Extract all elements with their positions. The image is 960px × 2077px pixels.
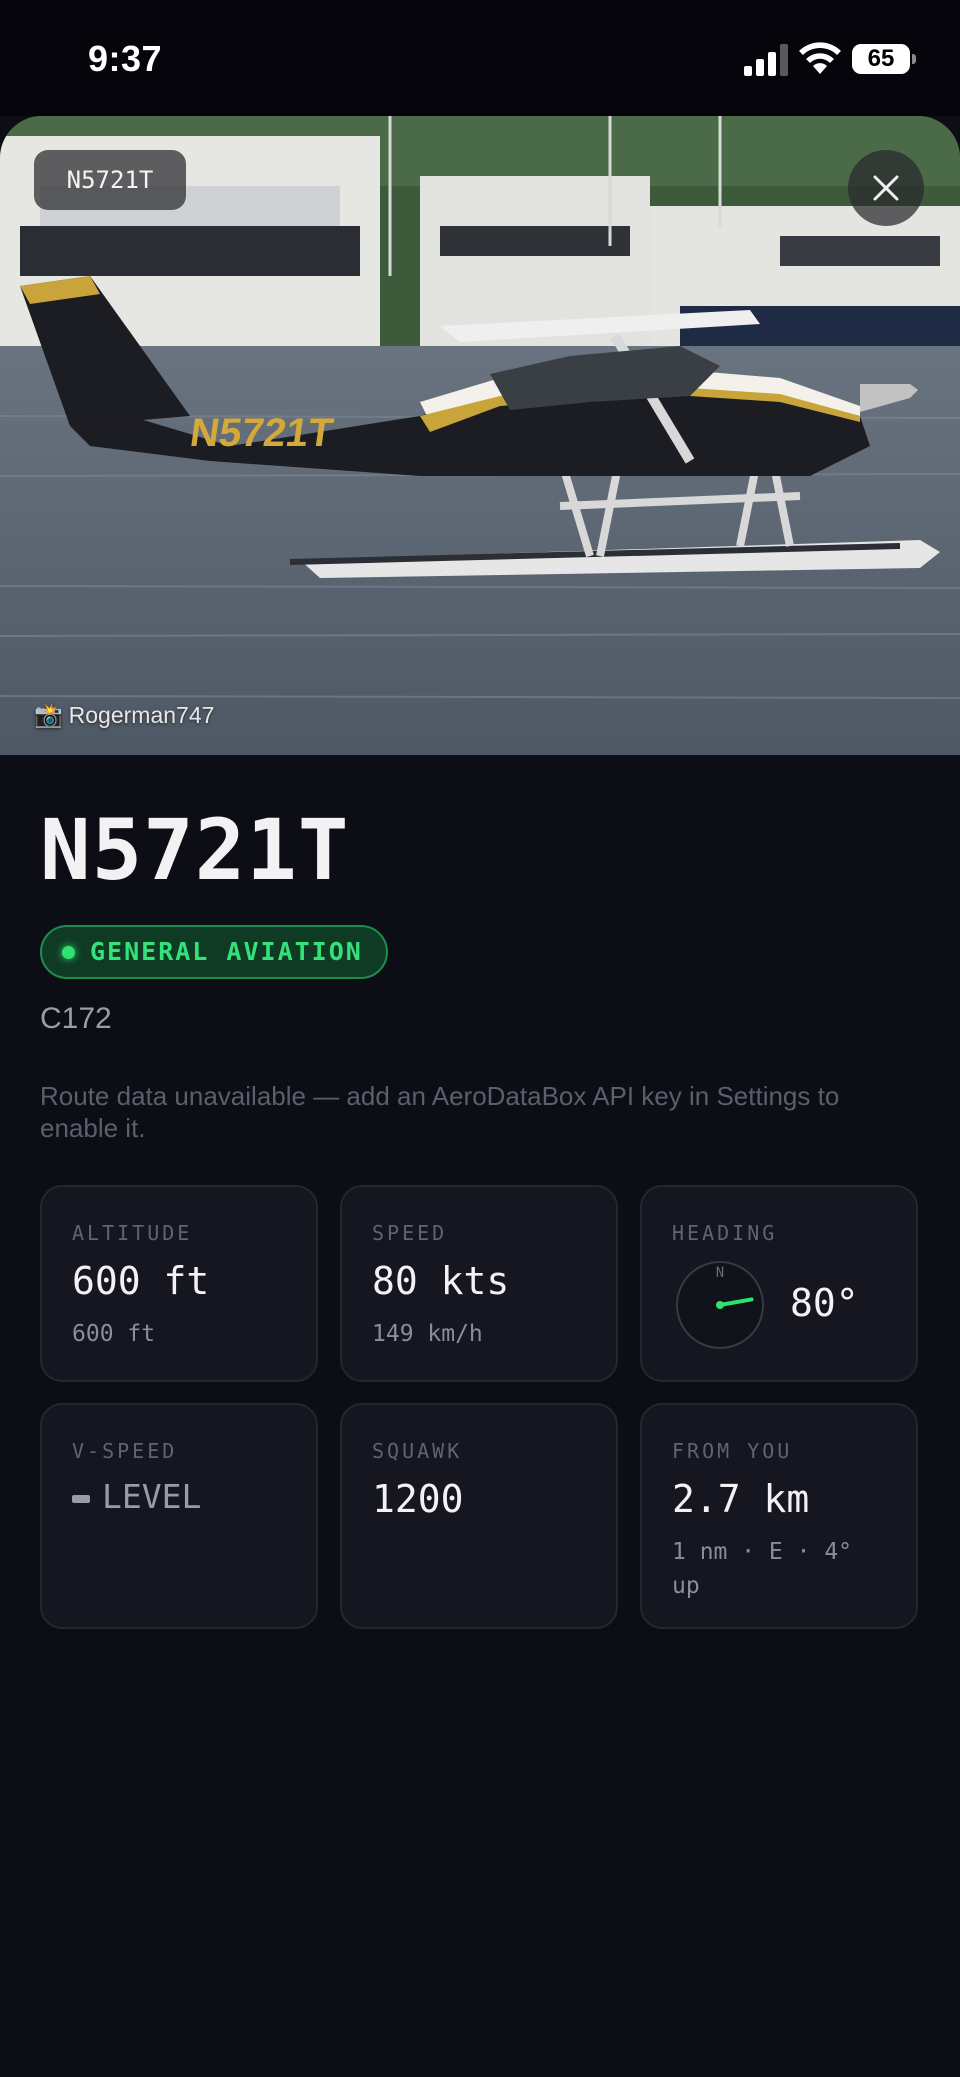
speed-value: 80 kts [372,1259,510,1303]
vspeed-text: LEVEL [102,1477,202,1516]
squawk-label: SQUAWK [372,1439,463,1463]
close-icon [873,175,899,201]
svg-text:N5721T: N5721T [187,410,336,455]
aircraft-photo-image: N5721T [0,116,960,755]
cellular-signal-icon [744,44,788,76]
vspeed-value: LEVEL [72,1477,201,1516]
altitude-sub: 600 ft [72,1321,156,1347]
category-badge: GENERAL AVIATION [40,925,388,979]
wifi-icon [799,42,841,74]
vspeed-label: V-SPEED [72,1439,178,1463]
speed-sub: 149 km/h [372,1321,483,1347]
squawk-value: 1200 [372,1477,464,1521]
photo-credit-author: Rogerman747 [68,702,215,728]
camera-icon: 📸 [34,702,63,728]
battery-icon: 65 [852,44,910,74]
heading-label: HEADING [672,1221,778,1245]
altitude-value: 600 ft [72,1259,210,1303]
speed-label: SPEED [372,1221,448,1245]
speed-card: SPEED 80 kts 149 km/h [340,1185,618,1382]
status-time: 9:37 [88,38,163,79]
route-unavailable-note: Route data unavailable — add an AeroData… [40,1081,840,1143]
distance-sub: 1 nm · E · 4° up [672,1539,853,1599]
compass-letter: N [716,1265,724,1281]
squawk-card: SQUAWK 1200 [340,1403,618,1629]
compass-icon: N [676,1261,764,1349]
altitude-card: ALTITUDE 600 ft 600 ft [40,1185,318,1382]
close-button[interactable] [848,150,924,226]
compass-center [716,1301,724,1309]
heading-value: 80° [790,1281,859,1325]
distance-label: FROM YOU [672,1439,793,1463]
heading-card: HEADING N 80° [640,1185,918,1382]
battery-nub [912,54,916,64]
aircraft-callsign: N5721T [40,801,350,899]
status-bar: 9:37 65 [0,0,960,116]
aircraft-tag: N5721T [34,150,186,210]
vspeed-card: V-SPEED LEVEL [40,1403,318,1629]
photo-credit[interactable]: 📸 Rogerman747 [34,702,214,729]
level-dash-icon [72,1494,90,1503]
aircraft-type: C172 [40,1002,112,1035]
aircraft-photo: N5721T N5721T 📸 Rogerman747 [0,116,960,755]
status-dot-icon [62,946,75,959]
distance-value: 2.7 km [672,1477,810,1521]
altitude-label: ALTITUDE [72,1221,193,1245]
distance-card: FROM YOU 2.7 km 1 nm · E · 4° up [640,1403,918,1629]
category-label: GENERAL AVIATION [90,937,363,966]
